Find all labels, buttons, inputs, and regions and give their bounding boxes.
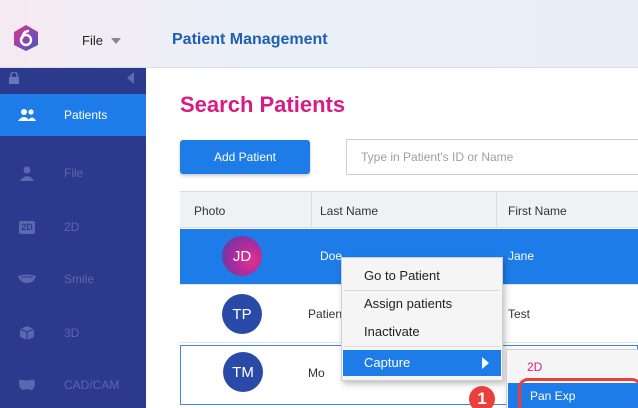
- sidebar-item-2d[interactable]: 2D 2D: [0, 206, 146, 248]
- sidebar-item-3d[interactable]: 3D: [0, 312, 146, 354]
- chevron-right-icon: [482, 357, 489, 369]
- highlight-frame: [518, 378, 638, 408]
- column-divider: [496, 191, 497, 228]
- 3d-cube-icon: [17, 325, 37, 341]
- cadcam-icon: [17, 377, 37, 393]
- menu-item-capture[interactable]: Capture: [343, 350, 501, 376]
- column-divider: [311, 191, 312, 228]
- step-number-badge: 1: [469, 386, 495, 408]
- patient-search-field[interactable]: [346, 139, 638, 175]
- sidebar-item-label: Patients: [64, 108, 108, 122]
- last-name-cell: Mo: [308, 366, 325, 380]
- table-header: Photo Last Name First Name: [180, 191, 638, 228]
- menu-item-capture-label: Capture: [364, 355, 411, 370]
- avatar: TP: [222, 294, 262, 334]
- first-name-cell: Test: [508, 307, 531, 321]
- column-header-first-name[interactable]: First Name: [508, 204, 567, 218]
- sidebar-item-label: File: [64, 166, 84, 180]
- file-menu[interactable]: File: [82, 33, 121, 48]
- top-bar: File Patient Management: [0, 0, 638, 68]
- 2d-icon-text: 2D: [19, 220, 35, 234]
- submenu-item-2d[interactable]: 2D: [527, 360, 542, 374]
- sidebar-item-label: CAD/CAM: [64, 378, 120, 392]
- column-header-photo[interactable]: Photo: [194, 204, 225, 218]
- sidebar-item-file[interactable]: File: [0, 152, 146, 194]
- sidebar: Patients File 2D 2D Smile 3D CAD/CAM: [0, 68, 146, 408]
- file-menu-label: File: [82, 33, 103, 48]
- column-header-last-name[interactable]: Last Name: [320, 204, 378, 218]
- menu-divider: [344, 346, 500, 347]
- add-patient-button[interactable]: Add Patient: [180, 140, 310, 174]
- context-menu: Go to Patient Assign patients Inactivate…: [341, 257, 503, 381]
- sidebar-item-patients[interactable]: Patients: [0, 94, 146, 136]
- sidebar-item-smile[interactable]: Smile: [0, 258, 146, 300]
- app-logo-icon[interactable]: [12, 24, 40, 52]
- lock-icon[interactable]: [9, 72, 19, 84]
- sidebar-item-cadcam[interactable]: CAD/CAM: [0, 364, 146, 406]
- avatar: JD: [222, 236, 262, 276]
- sidebar-item-label: 2D: [64, 220, 80, 234]
- sidebar-item-label: 3D: [64, 326, 80, 340]
- last-name-cell: Patient: [308, 307, 346, 321]
- page-title: Search Patients: [180, 92, 346, 117]
- menu-item-assign-patients[interactable]: Assign patients: [364, 296, 452, 311]
- menu-item-inactivate[interactable]: Inactivate: [364, 324, 420, 339]
- avatar: TM: [223, 352, 263, 392]
- search-input[interactable]: [361, 150, 638, 164]
- sidebar-header: [0, 68, 146, 88]
- sidebar-item-label: Smile: [64, 272, 95, 286]
- menu-item-go-to-patient[interactable]: Go to Patient: [364, 268, 440, 283]
- 2d-icon: 2D: [17, 219, 37, 235]
- chevron-down-icon: [110, 37, 121, 44]
- patients-icon: [17, 107, 37, 123]
- menu-divider: [344, 290, 500, 291]
- person-icon: [17, 165, 37, 181]
- last-name-cell: Doe: [320, 249, 343, 263]
- collapse-sidebar-icon[interactable]: [127, 72, 134, 84]
- app-title: Patient Management: [172, 31, 328, 48]
- first-name-cell: Jane: [508, 249, 535, 263]
- smile-icon: [17, 271, 37, 287]
